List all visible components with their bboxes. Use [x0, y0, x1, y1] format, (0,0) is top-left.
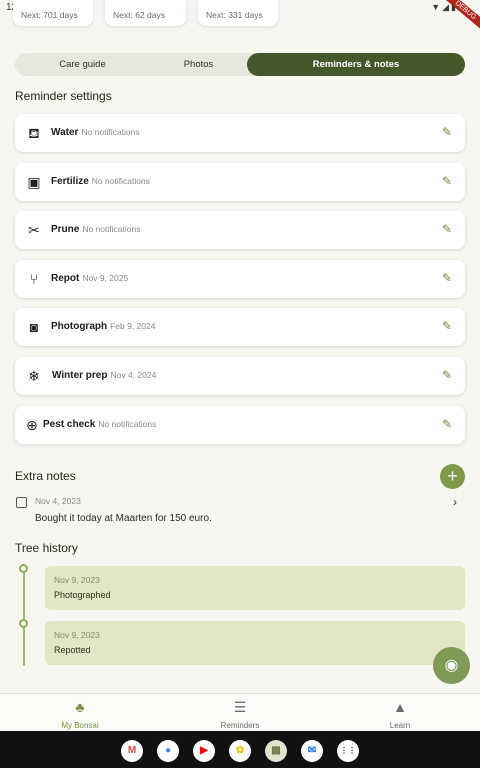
edit-icon[interactable]: ✎ — [439, 367, 455, 383]
reminder-name: Fertilize — [51, 176, 89, 187]
youtube-icon[interactable]: ▶ — [193, 740, 215, 762]
extra-notes-title: Extra notes — [15, 469, 76, 483]
watering-can-icon: ⛾ — [28, 125, 40, 141]
reminder-value: Feb 9, 2024 — [110, 321, 156, 331]
reminder-value: No notifications — [81, 127, 140, 137]
edit-icon[interactable]: ✎ — [439, 318, 455, 334]
history-date: Nov 9, 2023 — [54, 630, 100, 640]
messages-icon[interactable]: ✉ — [301, 740, 323, 762]
history-event: Photographed — [54, 590, 111, 600]
reminder-name: Pest check — [43, 419, 96, 430]
summary-card-text: Next: 701 days — [21, 10, 78, 20]
bonsai-pot-icon: ♣ — [75, 699, 85, 715]
reminder-row-prune[interactable]: ✂ Prune No notifications ✎ — [15, 211, 465, 249]
history-event: Repotted — [54, 645, 91, 655]
edit-icon[interactable]: ✎ — [439, 124, 455, 140]
gmail-icon[interactable]: M — [121, 740, 143, 762]
edit-icon[interactable]: ✎ — [439, 221, 455, 237]
summary-card[interactable]: Next: 331 days — [198, 0, 278, 26]
pesticide-bottle-icon: ⊕ — [26, 417, 38, 433]
nav-learn[interactable]: ▲ Learn — [350, 694, 450, 732]
reminder-row-repot[interactable]: ⑂ Repot Nov 9, 2025 ✎ — [15, 260, 465, 298]
tree-history-title: Tree history — [15, 541, 78, 555]
camera-icon: ◙ — [29, 319, 39, 335]
note-date: Nov 4, 2023 — [35, 496, 81, 506]
reminder-name: Winter prep — [52, 370, 108, 381]
reminder-name: Water — [51, 127, 79, 138]
summary-card[interactable]: Next: 701 days — [13, 0, 93, 26]
note-text: Bought it today at Maarten for 150 euro. — [35, 513, 212, 524]
tab-photos[interactable]: Photos — [150, 53, 247, 76]
summary-card[interactable]: Next: 62 days — [105, 0, 186, 26]
nav-reminders[interactable]: ☰ Reminders — [190, 694, 290, 732]
timeline-dot — [19, 564, 28, 573]
reminder-row-fertilize[interactable]: ▣ Fertilize No notifications ✎ — [15, 163, 465, 201]
reminder-label: Pest check No notifications — [43, 419, 156, 430]
photos-icon[interactable]: ✿ — [229, 740, 251, 762]
history-entry[interactable]: Nov 9, 2023 Repotted — [45, 621, 465, 665]
reminder-label: Winter prep Nov 4, 2024 — [52, 370, 156, 381]
reminder-row-water[interactable]: ⛾ Water No notifications ✎ — [15, 114, 465, 152]
reminder-name: Prune — [51, 224, 80, 235]
reminder-label: Photograph Feb 9, 2024 — [51, 321, 155, 332]
reminder-value: No notifications — [82, 224, 141, 234]
tab-reminders-notes[interactable]: Reminders & notes — [247, 53, 465, 76]
reminder-row-pest-check[interactable]: ⊕ Pest check No notifications ✎ — [15, 406, 465, 444]
app-icon[interactable]: ▩ — [265, 740, 287, 762]
reminder-row-winter-prep[interactable]: ❄ Winter prep Nov 4, 2024 ✎ — [15, 357, 465, 395]
graduation-cap-icon: ▲ — [393, 699, 407, 715]
repot-tools-icon: ⑂ — [29, 271, 39, 287]
note-icon — [16, 497, 27, 508]
system-taskbar: M ● ▶ ✿ ▩ ✉ ⋮⋮ — [0, 731, 480, 768]
add-photo-button[interactable]: ◉ — [433, 647, 470, 684]
tab-care-guide[interactable]: Care guide — [15, 53, 150, 76]
reminder-settings-title: Reminder settings — [15, 89, 112, 103]
segmented-tabs: Care guide Photos Reminders & notes — [15, 53, 465, 76]
history-date: Nov 9, 2023 — [54, 575, 100, 585]
care-summary-cards: Next: 701 days Next: 62 days Next: 331 d… — [0, 0, 480, 30]
reminder-value: No notifications — [98, 419, 157, 429]
nav-my-bonsai[interactable]: ♣ My Bonsai — [30, 694, 130, 732]
nav-label: Learn — [389, 721, 411, 730]
edit-icon[interactable]: ✎ — [439, 173, 455, 189]
reminder-value: Nov 9, 2025 — [82, 273, 129, 283]
reminder-label: Fertilize No notifications — [51, 176, 150, 187]
app-drawer-icon[interactable]: ⋮⋮ — [337, 740, 359, 762]
reminder-label: Repot Nov 9, 2025 — [51, 273, 128, 284]
reminder-name: Repot — [51, 273, 80, 284]
timeline-line — [23, 568, 25, 666]
checklist-icon: ☰ — [233, 699, 247, 715]
fertilizer-bag-icon: ▣ — [27, 174, 41, 190]
reminder-row-photograph[interactable]: ◙ Photograph Feb 9, 2024 ✎ — [15, 308, 465, 346]
scissors-icon: ✂ — [28, 222, 40, 238]
history-entry[interactable]: Nov 9, 2023 Photographed — [45, 566, 465, 610]
reminder-label: Water No notifications — [51, 127, 140, 138]
chevron-right-icon[interactable]: › — [453, 495, 457, 509]
edit-icon[interactable]: ✎ — [439, 416, 455, 432]
snowflake-thermometer-icon: ❄ — [28, 368, 40, 384]
add-note-button[interactable]: + — [440, 464, 465, 489]
edit-icon[interactable]: ✎ — [439, 270, 455, 286]
chrome-icon[interactable]: ● — [157, 740, 179, 762]
reminder-value: No notifications — [91, 176, 150, 186]
reminder-label: Prune No notifications — [51, 224, 140, 235]
timeline-dot — [19, 619, 28, 628]
nav-label: Reminders — [220, 721, 260, 730]
reminder-name: Photograph — [51, 321, 108, 332]
nav-label: My Bonsai — [61, 721, 99, 730]
summary-card-text: Next: 331 days — [206, 10, 263, 20]
summary-card-text: Next: 62 days — [113, 10, 165, 20]
bottom-navigation: ♣ My Bonsai ☰ Reminders ▲ Learn — [0, 693, 480, 731]
reminder-value: Nov 4, 2024 — [110, 370, 157, 380]
